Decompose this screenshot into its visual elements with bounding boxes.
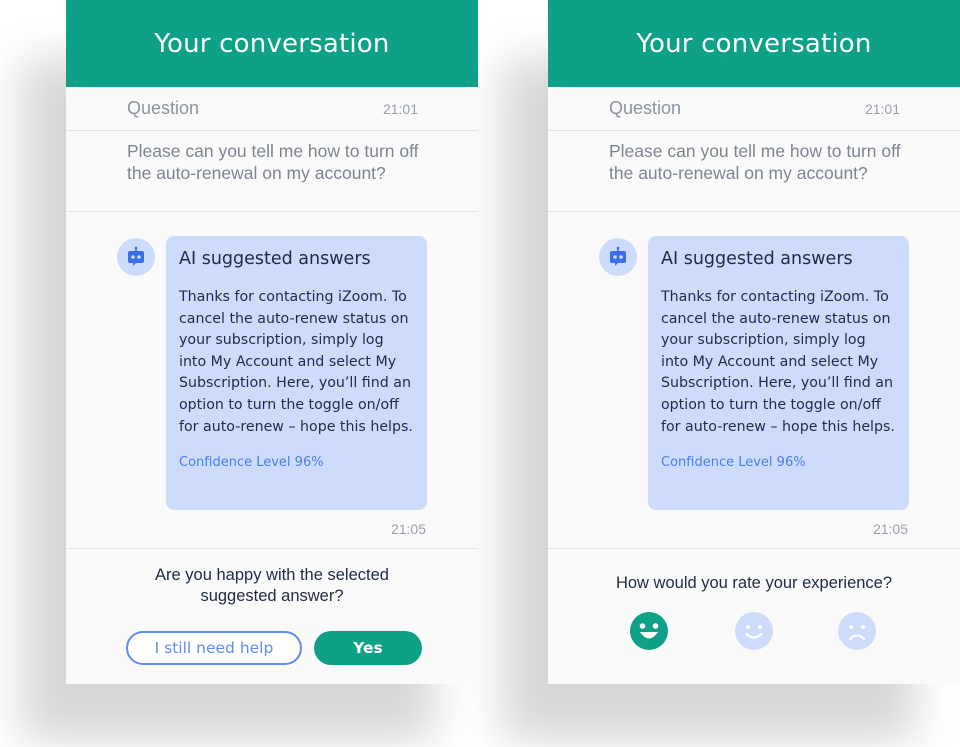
answer-time: 21:05: [390, 521, 426, 537]
bot-avatar: [599, 238, 637, 276]
sad-face-icon[interactable]: [838, 612, 876, 650]
question-label: Question: [127, 98, 200, 118]
bubble-title: AI suggested answers: [661, 249, 853, 269]
question-label: Question: [609, 98, 682, 118]
bubble-text: Thanks for contacting iZoom. To cancel t…: [661, 289, 895, 435]
question-time: 21:01: [864, 100, 900, 117]
question-text: Please can you tell me how to turn off t…: [66, 131, 478, 212]
still-need-help-button[interactable]: I still need help: [126, 631, 302, 665]
bubble-title: AI suggested answers: [179, 249, 371, 269]
feedback-footer: Are you happy with the selected suggeste…: [66, 549, 478, 683]
laughing-face-icon[interactable]: [630, 612, 668, 650]
robot-icon: [128, 246, 144, 266]
answer-time: 21:05: [872, 521, 908, 537]
question-row: Question 21:01: [66, 87, 478, 131]
bot-avatar: [117, 238, 155, 276]
conversation-panel-right: Your conversation Question 21:01 Please …: [548, 0, 960, 684]
confidence-level: Confidence Level 96%: [179, 455, 324, 471]
rating-question: How would you rate your experience?: [615, 574, 893, 592]
bubble-text: Thanks for contacting iZoom. To cancel t…: [179, 289, 413, 435]
conversation-panel-left: Your conversation Question 21:01 Please …: [66, 0, 478, 684]
answer-area: AI suggested answers Thanks for contacti…: [548, 212, 960, 549]
question-text: Please can you tell me how to turn off t…: [548, 131, 960, 212]
smiling-face-icon[interactable]: [735, 612, 773, 650]
robot-icon: [610, 246, 626, 266]
feedback-question: Are you happy with the selected suggeste…: [155, 566, 389, 605]
answer-area: AI suggested answers Thanks for contacti…: [66, 212, 478, 549]
yes-button[interactable]: Yes: [314, 631, 422, 665]
confidence-level: Confidence Level 96%: [661, 455, 806, 471]
rating-footer: How would you rate your experience?: [548, 549, 960, 683]
ai-answer-bubble: AI suggested answers Thanks for contacti…: [648, 236, 909, 510]
panel-header: Your conversation: [548, 0, 960, 87]
question-time: 21:01: [382, 100, 418, 117]
question-row: Question 21:01: [548, 87, 960, 131]
ai-answer-bubble: AI suggested answers Thanks for contacti…: [166, 236, 427, 510]
panel-header: Your conversation: [66, 0, 478, 87]
